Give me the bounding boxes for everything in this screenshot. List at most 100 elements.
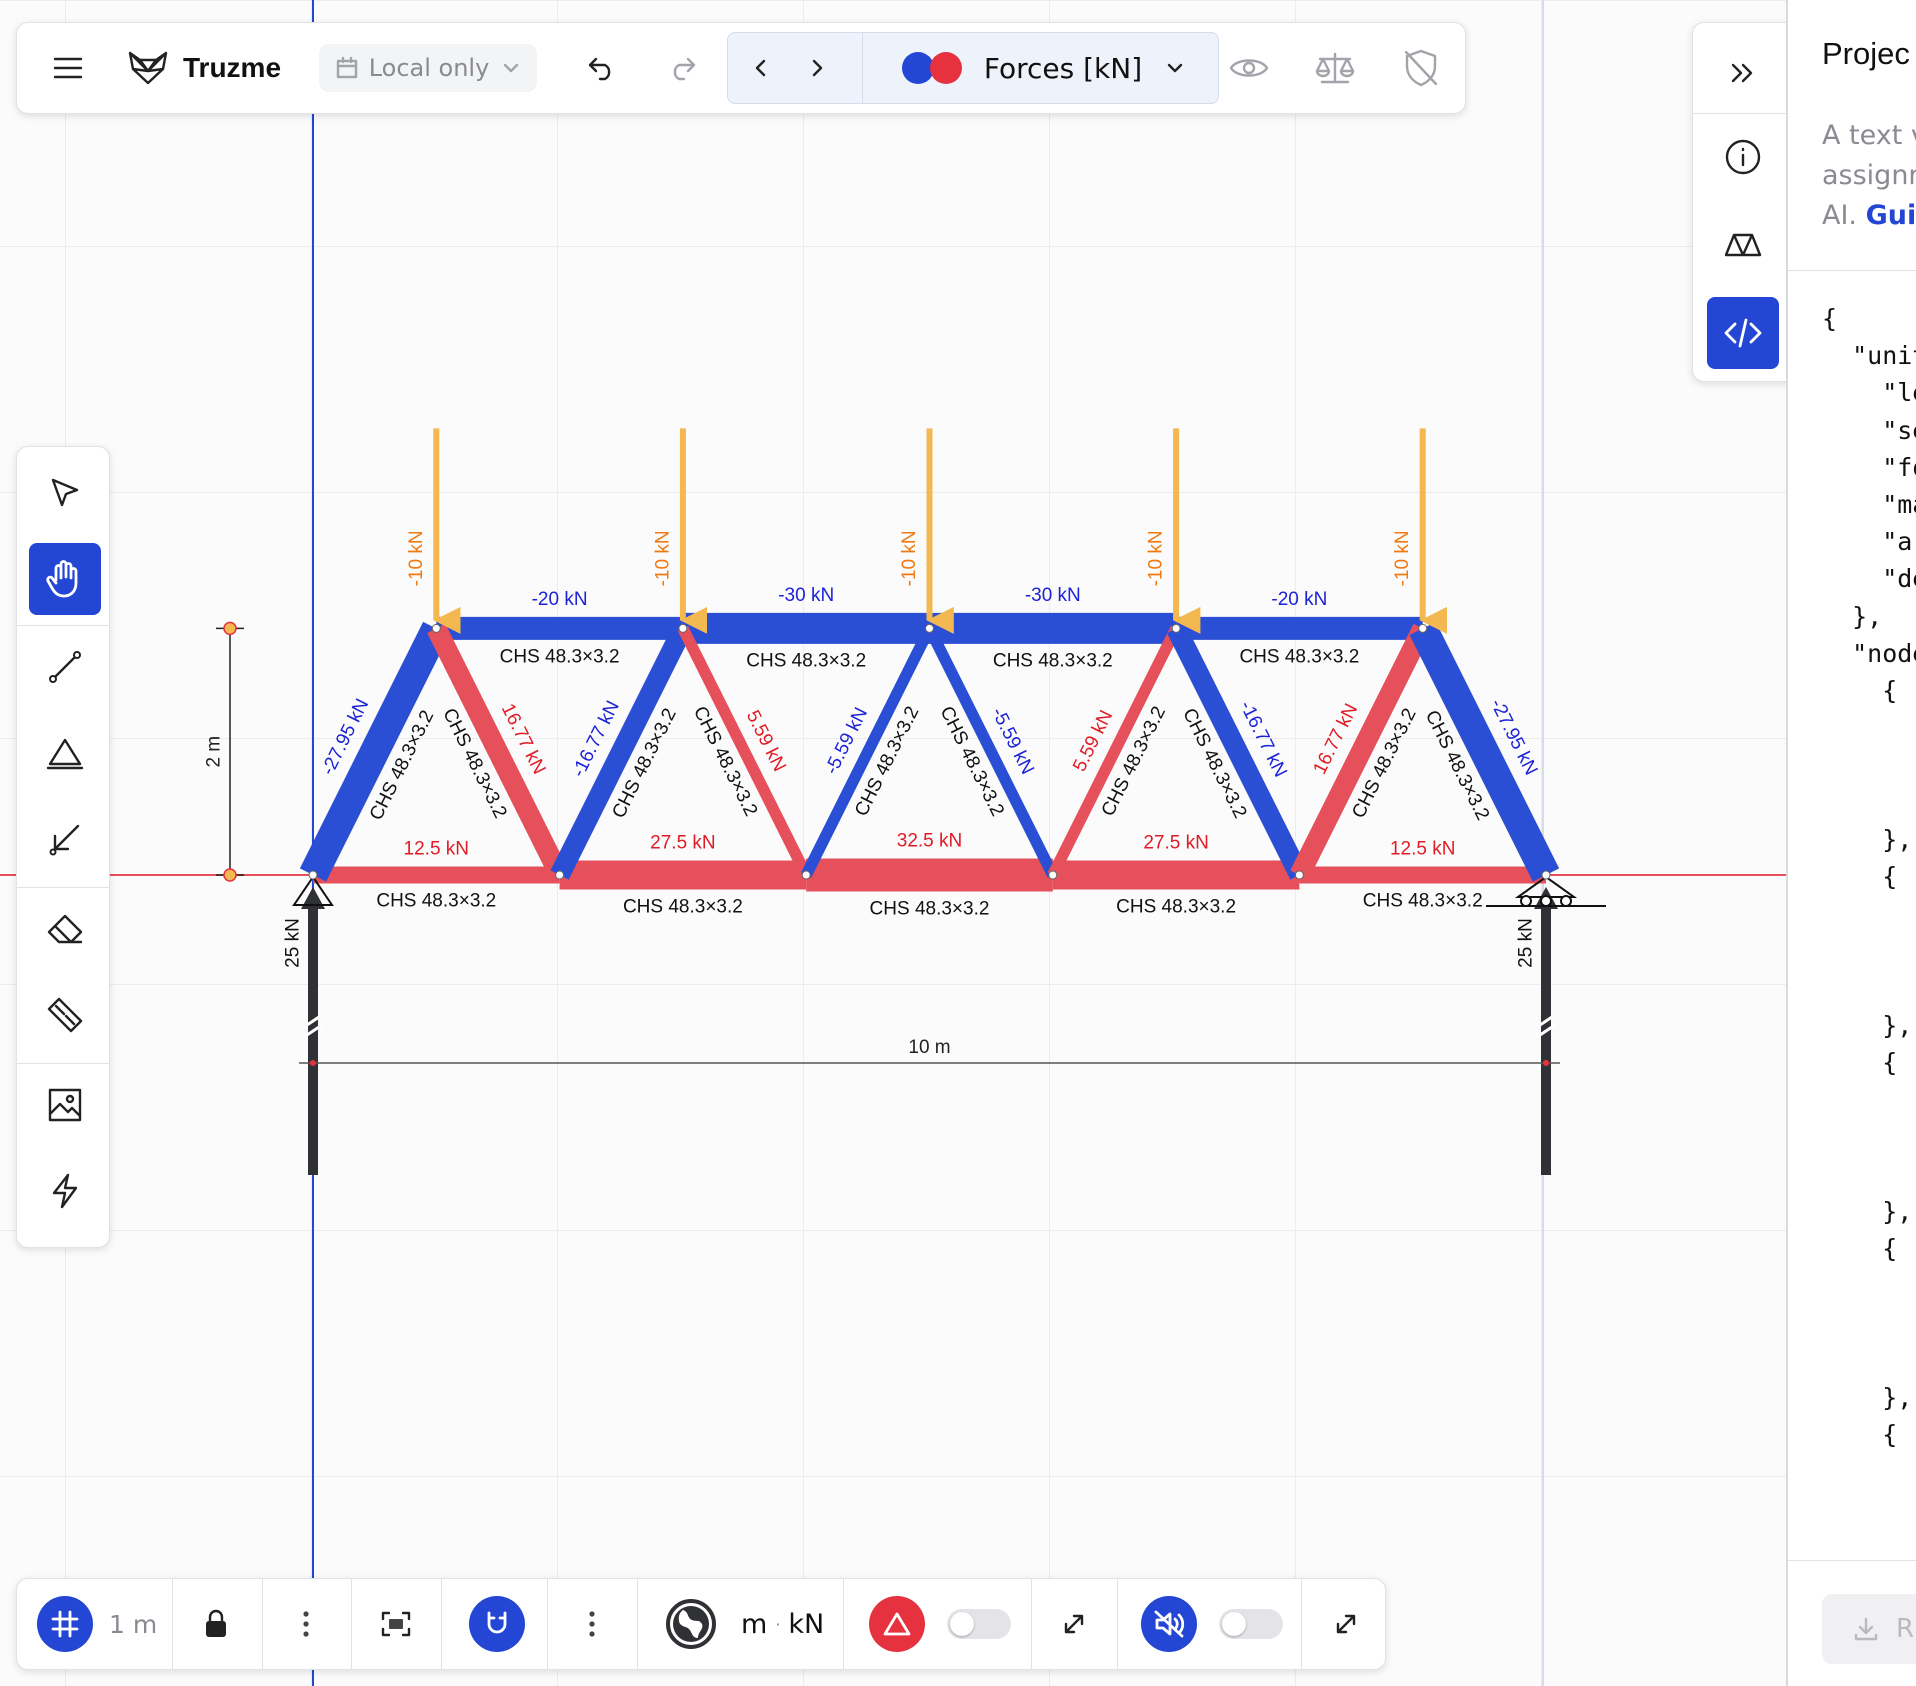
arrow-down-left-icon — [49, 824, 80, 856]
code-line: " — [1822, 1495, 1916, 1524]
code-line: " — [1822, 1122, 1916, 1151]
code-line: "node — [1852, 638, 1916, 668]
divider — [172, 1579, 173, 1669]
truss-node[interactable] — [925, 623, 934, 633]
lock-grid-button[interactable] — [193, 1601, 239, 1647]
truss-node[interactable] — [1048, 870, 1058, 880]
pan-tool[interactable] — [29, 543, 101, 615]
lightning-icon — [52, 1173, 78, 1209]
info-tab-button[interactable] — [1717, 131, 1769, 183]
visibility-button[interactable] — [1223, 43, 1275, 93]
grid-options-button[interactable] — [283, 1601, 329, 1647]
code-tab-button[interactable] — [1707, 297, 1779, 369]
warnings-toggle[interactable] — [947, 1609, 1011, 1639]
snap-options-button[interactable] — [569, 1601, 615, 1647]
member-force-label: -20 kN — [532, 589, 588, 610]
code-line: " — [1822, 1308, 1916, 1337]
previous-result-button[interactable] — [738, 45, 784, 91]
reaction-value-label: 25 kN — [1516, 918, 1537, 968]
units-separator: · — [775, 1614, 781, 1634]
truss-node[interactable] — [1294, 870, 1304, 880]
truss-node[interactable] — [1171, 623, 1181, 633]
divider — [441, 1579, 442, 1669]
eraser-tool[interactable] — [29, 893, 101, 965]
grid-toggle-circle — [37, 1596, 93, 1652]
support-tool[interactable] — [29, 717, 101, 789]
units-button[interactable]: m · kN — [665, 1597, 824, 1651]
check-design-button[interactable] — [1395, 43, 1447, 93]
truss-node[interactable] — [678, 623, 688, 633]
truss-node[interactable] — [1418, 623, 1428, 633]
redo-icon — [673, 57, 696, 81]
load-value-label: -10 kN — [406, 530, 427, 586]
undo-button[interactable] — [579, 45, 625, 91]
dimension-point — [310, 1060, 316, 1066]
storage-dropdown[interactable]: Local only — [319, 44, 537, 92]
truss-node[interactable] — [801, 870, 811, 880]
truss-diagram[interactable]: CHS 48.3×3.2 CHS 48.3×3.2 CHS 48.3×3.2 CHS … — [0, 0, 1786, 1686]
code-line: "se — [1882, 415, 1916, 445]
measure-tool[interactable] — [29, 979, 101, 1051]
grid-size-label[interactable]: 1 m — [109, 1607, 157, 1641]
truss-node[interactable] — [431, 623, 441, 633]
menu-button[interactable] — [45, 45, 91, 91]
dimension-handle[interactable] — [223, 621, 237, 636]
globe-icon — [666, 1599, 716, 1649]
image-icon — [48, 1088, 82, 1122]
code-line: { — [1882, 862, 1898, 892]
next-result-button[interactable] — [794, 45, 840, 91]
json-code-editor[interactable]: { "unit "le "se "fo "ma "ar "de }, "node… — [1822, 300, 1916, 1565]
support-roller-wheel — [1540, 895, 1552, 907]
code-line: { — [1882, 1420, 1898, 1450]
divider — [17, 887, 109, 888]
guide-link[interactable]: Gui — [1866, 200, 1916, 231]
divider — [17, 625, 109, 626]
truss-node[interactable] — [555, 870, 565, 880]
load-tool[interactable] — [29, 803, 101, 875]
collapse-panel-button[interactable] — [1717, 47, 1769, 99]
expand-warnings-button[interactable] — [1051, 1601, 1097, 1647]
info-icon — [1725, 139, 1761, 175]
redo-button[interactable] — [659, 45, 705, 91]
truss-node[interactable] — [1541, 870, 1551, 880]
height-dimension-label: 2 m — [204, 736, 225, 768]
lock-icon — [206, 1609, 226, 1637]
member-tool[interactable] — [29, 631, 101, 703]
member-section-label: CHS 48.3×3.2 — [870, 898, 990, 919]
member-force-label: 12.5 kN — [404, 839, 469, 860]
reaction-value-label: 25 kN — [283, 918, 304, 968]
download-button[interactable]: R — [1822, 1594, 1916, 1664]
member-force-label: 12.5 kN — [1390, 839, 1455, 860]
calendar-icon — [336, 56, 357, 79]
code-line: }, — [1882, 1010, 1913, 1040]
equilibrium-button[interactable] — [1309, 43, 1361, 93]
divider — [17, 1063, 109, 1064]
support-roller-wheel — [1560, 895, 1572, 907]
sound-toggle[interactable] — [1219, 1609, 1283, 1639]
warnings-toggle-switch — [947, 1609, 1011, 1639]
member-section-label: CHS 48.3×3.2 — [746, 651, 866, 672]
grid-toggle-button[interactable] — [37, 1596, 93, 1652]
analyze-tool[interactable] — [29, 1155, 101, 1227]
chevron-left-icon — [755, 59, 766, 77]
structure-tab-button[interactable] — [1717, 219, 1769, 271]
result-type-dropdown[interactable]: Forces [kN] — [878, 43, 1208, 93]
dimension-handle[interactable] — [223, 868, 237, 882]
expand-sound-button[interactable] — [1323, 1601, 1369, 1647]
chevron-down-icon — [504, 63, 519, 73]
divider — [637, 1579, 638, 1669]
drawing-canvas[interactable]: CHS 48.3×3.2 CHS 48.3×3.2 CHS 48.3×3.2 CHS … — [0, 0, 1786, 1686]
panel-description: A text v assignm AI. Gui — [1822, 116, 1916, 236]
eraser-icon — [47, 914, 83, 944]
warnings-button[interactable] — [869, 1596, 925, 1652]
member-section-label: CHS 48.3×3.2 — [623, 896, 743, 917]
member-force-label: 27.5 kN — [650, 833, 715, 854]
snap-toggle-button[interactable] — [469, 1596, 525, 1652]
image-tool[interactable] — [29, 1069, 101, 1141]
truss-node[interactable] — [308, 870, 318, 880]
select-tool[interactable] — [29, 457, 101, 529]
fit-view-button[interactable] — [373, 1601, 419, 1647]
sound-button[interactable] — [1141, 1596, 1197, 1652]
code-line: " — [1822, 899, 1916, 928]
fox-logo-icon — [128, 51, 168, 85]
